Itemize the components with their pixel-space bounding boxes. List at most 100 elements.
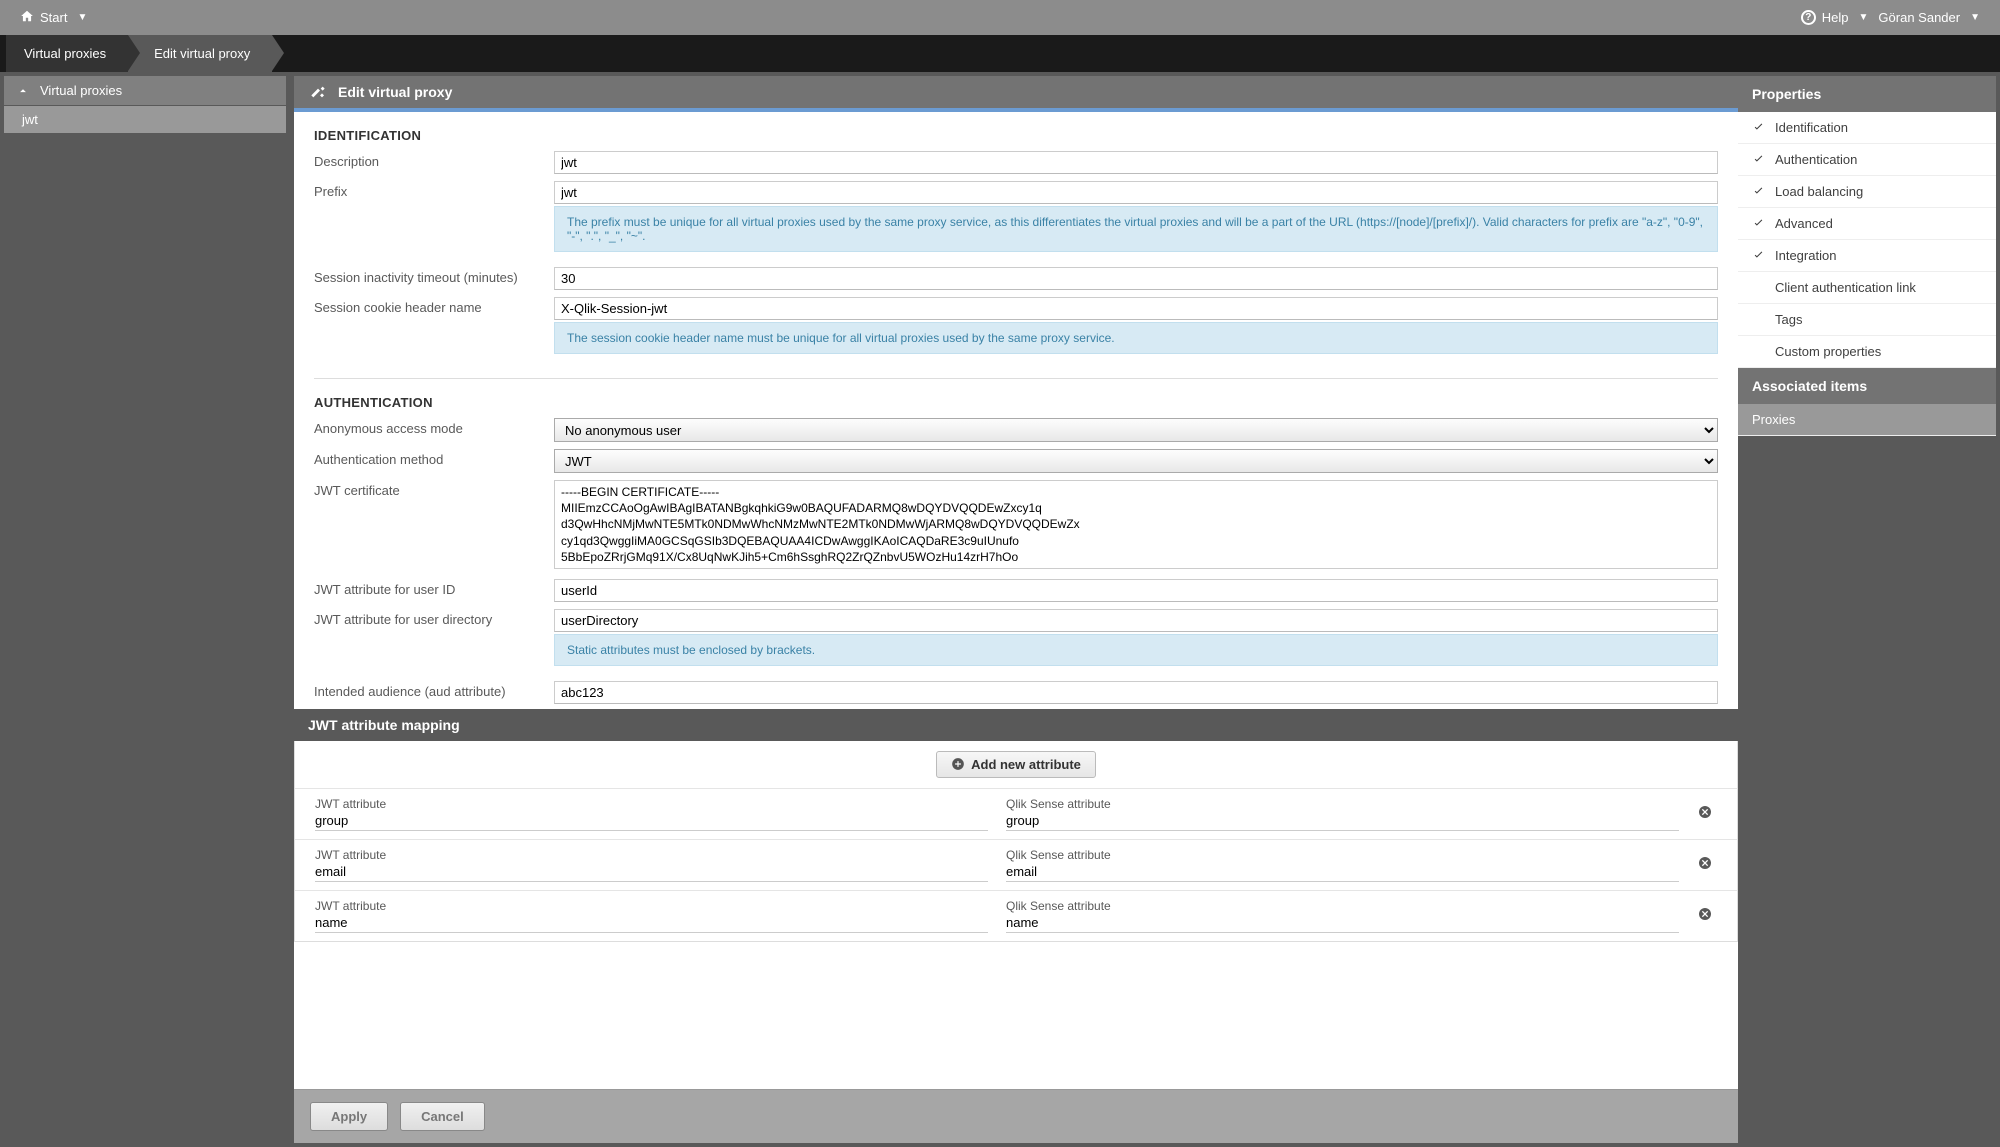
properties-item-label: Tags bbox=[1775, 312, 1802, 327]
associated-label: Proxies bbox=[1752, 412, 1795, 427]
start-menu[interactable]: Start ▼ bbox=[20, 9, 87, 26]
left-item-jwt[interactable]: jwt bbox=[4, 106, 286, 133]
left-panel-header[interactable]: Virtual proxies bbox=[4, 76, 286, 105]
check-icon bbox=[1752, 217, 1765, 230]
form-scroll[interactable]: IDENTIFICATION Description Prefix The pr… bbox=[294, 108, 1738, 1089]
check-icon bbox=[1752, 153, 1765, 166]
mapping-row: JWT attribute Qlik Sense attribute bbox=[295, 890, 1737, 941]
properties-item[interactable]: Load balancing bbox=[1738, 176, 1996, 208]
add-button-label: Add new attribute bbox=[971, 757, 1081, 772]
mapping-row: JWT attribute Qlik Sense attribute bbox=[295, 788, 1737, 839]
mapping-jwt-label: JWT attribute bbox=[315, 848, 988, 862]
start-label: Start bbox=[40, 10, 67, 25]
close-circle-icon bbox=[1697, 804, 1713, 820]
left-header-label: Virtual proxies bbox=[40, 83, 122, 98]
properties-item[interactable]: Integration bbox=[1738, 240, 1996, 272]
breadcrumb-edit[interactable]: Edit virtual proxy bbox=[128, 35, 272, 72]
cancel-button[interactable]: Cancel bbox=[400, 1102, 485, 1131]
close-circle-icon bbox=[1697, 855, 1713, 871]
left-item-label: jwt bbox=[22, 112, 38, 127]
associated-proxies[interactable]: Proxies bbox=[1738, 404, 1996, 436]
properties-item-label: Advanced bbox=[1775, 216, 1833, 231]
input-timeout[interactable] bbox=[554, 267, 1718, 290]
caret-down-icon: ▼ bbox=[1970, 12, 1980, 23]
associated-list: Proxies bbox=[1738, 404, 1996, 436]
mapping-row: JWT attribute Qlik Sense attribute bbox=[295, 839, 1737, 890]
add-attribute-button[interactable]: Add new attribute bbox=[936, 751, 1096, 778]
delete-row-button[interactable] bbox=[1697, 906, 1717, 926]
associated-header: Associated items bbox=[1738, 368, 1996, 404]
select-anon[interactable]: No anonymous user bbox=[554, 418, 1718, 442]
topbar-right: ? Help ▼ Göran Sander ▼ bbox=[1801, 10, 1980, 25]
label-cookie: Session cookie header name bbox=[314, 297, 554, 315]
mapping-sense-label: Qlik Sense attribute bbox=[1006, 848, 1679, 862]
label-userid: JWT attribute for user ID bbox=[314, 579, 554, 597]
breadcrumb-label: Edit virtual proxy bbox=[154, 46, 250, 61]
label-prefix: Prefix bbox=[314, 181, 554, 199]
properties-item-label: Custom properties bbox=[1775, 344, 1881, 359]
mapping-sense-input[interactable] bbox=[1006, 913, 1679, 933]
label-aud: Intended audience (aud attribute) bbox=[314, 681, 554, 699]
properties-item[interactable]: Custom properties bbox=[1738, 336, 1996, 368]
label-description: Description bbox=[314, 151, 554, 169]
close-circle-icon bbox=[1697, 906, 1713, 922]
user-menu[interactable]: Göran Sander ▼ bbox=[1878, 10, 1980, 25]
right-panel: Properties Identification Authentication L… bbox=[1738, 76, 1996, 1143]
divider bbox=[314, 378, 1718, 379]
mapping-jwt-input[interactable] bbox=[315, 811, 988, 831]
select-method[interactable]: JWT bbox=[554, 449, 1718, 473]
label-userdir: JWT attribute for user directory bbox=[314, 609, 554, 627]
properties-item[interactable]: Tags bbox=[1738, 304, 1996, 336]
input-userdir[interactable] bbox=[554, 609, 1718, 632]
mapping-sense-input[interactable] bbox=[1006, 811, 1679, 831]
input-cookie[interactable] bbox=[554, 297, 1718, 320]
plus-circle-icon bbox=[951, 757, 965, 771]
input-userid[interactable] bbox=[554, 579, 1718, 602]
content-wrap: Edit virtual proxy IDENTIFICATION Descri… bbox=[290, 72, 2000, 1147]
mapping-header: JWT attribute mapping bbox=[294, 709, 1738, 741]
mapping-jwt-input[interactable] bbox=[315, 862, 988, 882]
mapping-jwt-input[interactable] bbox=[315, 913, 988, 933]
caret-down-icon: ▼ bbox=[1859, 12, 1869, 23]
mapping-sense-input[interactable] bbox=[1006, 862, 1679, 882]
label-cert: JWT certificate bbox=[314, 480, 554, 498]
delete-row-button[interactable] bbox=[1697, 855, 1717, 875]
properties-list: Identification Authentication Load balanci… bbox=[1738, 112, 1996, 368]
delete-row-button[interactable] bbox=[1697, 804, 1717, 824]
section-authentication: AUTHENTICATION bbox=[314, 395, 1718, 410]
breadcrumb-arrow bbox=[128, 35, 140, 71]
input-aud[interactable] bbox=[554, 681, 1718, 704]
input-description[interactable] bbox=[554, 151, 1718, 174]
properties-item-label: Load balancing bbox=[1775, 184, 1863, 199]
section-identification: IDENTIFICATION bbox=[314, 128, 1718, 143]
edit-tools-icon bbox=[310, 84, 326, 100]
breadcrumb-arrow bbox=[272, 35, 284, 71]
center-header-title: Edit virtual proxy bbox=[338, 84, 452, 100]
properties-header: Properties bbox=[1738, 76, 1996, 112]
textarea-cert[interactable]: -----BEGIN CERTIFICATE----- MIIEmzCCAoOg… bbox=[554, 480, 1718, 569]
left-panel: Virtual proxies jwt bbox=[0, 72, 290, 1147]
label-anon: Anonymous access mode bbox=[314, 418, 554, 436]
properties-item-label: Integration bbox=[1775, 248, 1836, 263]
properties-item-label: Identification bbox=[1775, 120, 1848, 135]
chevron-up-icon bbox=[16, 84, 30, 98]
center-panel: Edit virtual proxy IDENTIFICATION Descri… bbox=[294, 76, 1738, 1143]
help-icon: ? bbox=[1801, 10, 1816, 25]
home-icon bbox=[20, 9, 34, 26]
input-prefix[interactable] bbox=[554, 181, 1718, 204]
help-label: Help bbox=[1822, 10, 1849, 25]
properties-item[interactable]: Client authentication link bbox=[1738, 272, 1996, 304]
help-menu[interactable]: ? Help ▼ bbox=[1801, 10, 1869, 25]
properties-item[interactable]: Authentication bbox=[1738, 144, 1996, 176]
info-cookie: The session cookie header name must be u… bbox=[554, 322, 1718, 354]
apply-button[interactable]: Apply bbox=[310, 1102, 388, 1131]
properties-item[interactable]: Identification bbox=[1738, 112, 1996, 144]
label-method: Authentication method bbox=[314, 449, 554, 467]
user-label: Göran Sander bbox=[1878, 10, 1960, 25]
breadcrumb-virtual-proxies[interactable]: Virtual proxies bbox=[6, 35, 128, 72]
properties-item[interactable]: Advanced bbox=[1738, 208, 1996, 240]
info-prefix: The prefix must be unique for all virtua… bbox=[554, 206, 1718, 252]
breadcrumb-bar: Virtual proxies Edit virtual proxy bbox=[0, 35, 2000, 72]
footer: Apply Cancel bbox=[294, 1089, 1738, 1143]
check-icon bbox=[1752, 121, 1765, 134]
